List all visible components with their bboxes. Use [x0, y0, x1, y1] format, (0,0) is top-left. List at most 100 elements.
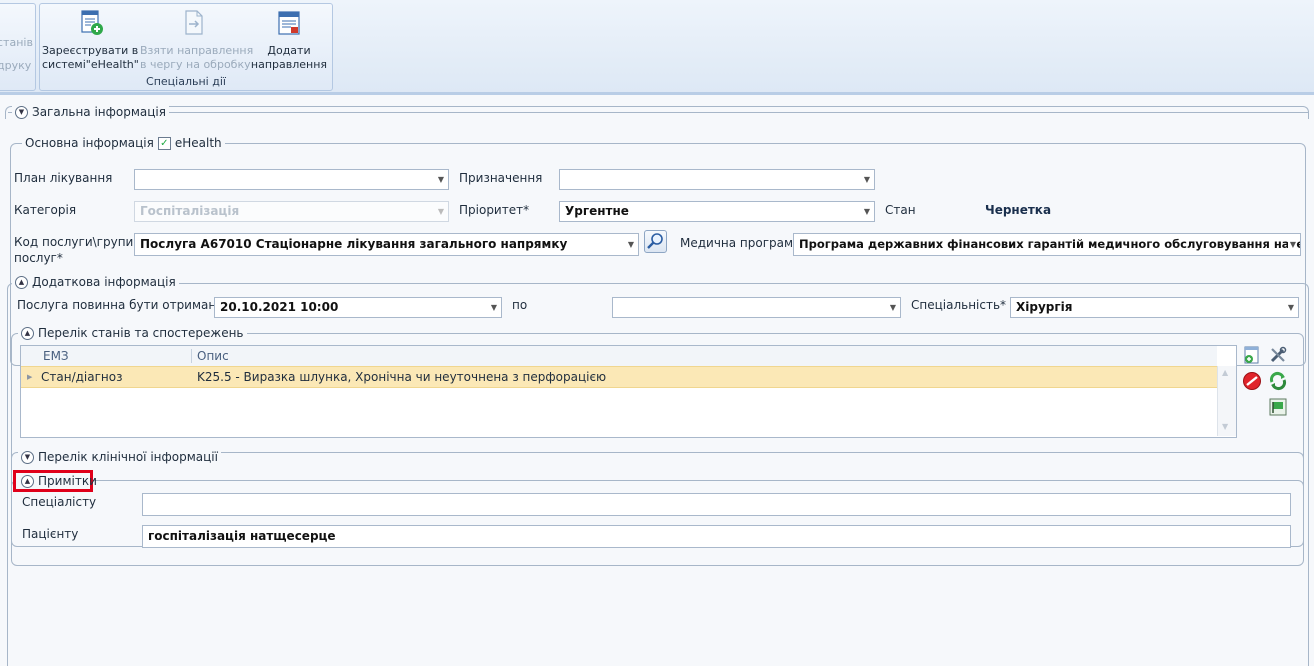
priority-value: Ургентне [565, 204, 629, 218]
ehealth-label: eHealth [174, 136, 222, 150]
column-header-emz[interactable]: ЕМЗ [43, 346, 69, 366]
specialty-value: Хірургія [1016, 300, 1073, 314]
flag-icon [1269, 398, 1287, 416]
add-referral-label: Додати направлення [250, 44, 328, 71]
general-section-frame [5, 106, 1309, 119]
category-value: Госпіталізація [140, 204, 240, 218]
column-divider [191, 349, 192, 363]
ribbon-group-prev: станів друку [0, 3, 36, 91]
add-record-button[interactable] [1242, 345, 1262, 365]
tools-icon [1270, 346, 1287, 363]
service-code-select[interactable]: Послуга А67010 Стаціонарне лікування заг… [134, 233, 639, 256]
chevron-down-icon: ▼ [490, 303, 497, 312]
chevron-down-icon: ▼ [1287, 303, 1294, 312]
take-referral-button[interactable]: Взяти направлення в чергу на обробку [140, 6, 254, 74]
chevron-down-icon: ▼ [437, 207, 444, 216]
service-code-value: Послуга А67010 Стаціонарне лікування заг… [140, 237, 568, 251]
category-label: Категорія [14, 203, 77, 217]
additional-info-header[interactable]: ▲ Додаткова інформація [12, 275, 179, 289]
state-label: Стан [885, 203, 916, 217]
chevron-down-icon: ▼ [627, 240, 634, 249]
specialist-label: Спеціалісту [22, 495, 97, 509]
delete-icon [1243, 372, 1261, 390]
chevron-down-icon: ▼ [1287, 234, 1296, 255]
category-select[interactable]: Госпіталізація ▼ [134, 201, 449, 222]
chevron-down-icon: ▼ [889, 303, 896, 312]
service-code-label: Код послуги\групи послуг* [14, 235, 134, 265]
expand-chevron-icon[interactable]: ▼ [21, 450, 34, 464]
row-cell-description: K25.5 - Виразка шлунка, Хронічна чи неут… [197, 370, 607, 384]
assignment-select[interactable]: ▼ [559, 169, 875, 190]
ribbon-group-special-actions: Зареєструвати в системі"eHealth" Взяти н… [39, 3, 333, 91]
chevron-down-icon: ▼ [863, 207, 870, 216]
to-select[interactable]: ▼ [612, 297, 901, 318]
service-from-label: Послуга повинна бути отримана з [17, 298, 234, 312]
add-document-icon [1244, 346, 1259, 364]
export-record-button[interactable] [1268, 397, 1288, 417]
priority-select[interactable]: Ургентне ▼ [559, 201, 875, 222]
collapse-chevron-icon[interactable]: ▼ [15, 105, 28, 119]
patient-value: госпіталізація натщесерце [148, 529, 336, 543]
collapse-chevron-icon[interactable]: ▲ [15, 275, 28, 289]
basic-info-header: Основна інформація ✓ eHealth [22, 136, 225, 150]
add-referral-icon [278, 11, 300, 35]
states-grid: ЕМЗ Опис ▶ Стан/діагноз K25.5 - Виразка … [20, 345, 1237, 438]
ribbon-group-caption: Спеціальні дії [146, 75, 226, 88]
medical-program-label: Медична програма [680, 236, 801, 250]
take-referral-icon [185, 10, 203, 35]
priority-label: Пріоритет* [459, 203, 530, 217]
ehealth-checkbox[interactable]: ✓ [157, 136, 171, 150]
delete-record-button[interactable] [1242, 371, 1262, 391]
patient-label: Пацієнту [22, 527, 79, 541]
states-title: Перелік станів та спостережень [38, 326, 244, 340]
table-row[interactable]: ▶ Стан/діагноз K25.5 - Виразка шлунка, Х… [21, 366, 1217, 388]
collapse-chevron-icon[interactable]: ▲ [21, 474, 34, 488]
additional-info-title: Додаткова інформація [32, 275, 176, 289]
notes-header[interactable]: ▲ Примітки [18, 474, 100, 488]
plan-label: План лікування [14, 171, 113, 185]
specialty-select[interactable]: Хірургія ▼ [1010, 297, 1299, 318]
general-section-header[interactable]: ▼ Загальна інформація [12, 105, 169, 119]
collapse-chevron-icon[interactable]: ▲ [21, 326, 34, 340]
scroll-down-icon[interactable]: ▼ [1222, 422, 1228, 431]
add-referral-button[interactable]: Додати направлення [250, 6, 328, 74]
register-ehealth-icon [81, 10, 103, 35]
row-cell-emz: Стан/діагноз [41, 370, 123, 384]
register-ehealth-button[interactable]: Зареєструвати в системі"eHealth" [42, 6, 139, 74]
service-from-value: 20.10.2021 10:00 [220, 300, 339, 314]
search-icon [647, 233, 663, 249]
grid-vertical-scrollbar[interactable]: ▲ ▼ [1217, 366, 1236, 436]
to-label: по [512, 298, 528, 312]
patient-field[interactable]: госпіталізація натщесерце [142, 525, 1291, 548]
state-value: Чернетка [985, 203, 1052, 217]
register-ehealth-label: Зареєструвати в системі"eHealth" [42, 44, 139, 71]
plan-select[interactable]: ▼ [134, 169, 449, 190]
states-header[interactable]: ▲ Перелік станів та спостережень [18, 326, 247, 340]
medical-program-select[interactable]: Програма державних фінансових гарантій м… [793, 233, 1301, 256]
specialty-label: Спеціальність* [911, 298, 1007, 312]
chevron-down-icon: ▼ [863, 175, 870, 184]
ribbon-toolbar: станів друку Зареєструвати в системі"eHe… [0, 0, 1314, 95]
row-indicator-icon: ▶ [27, 373, 33, 381]
service-from-select[interactable]: 20.10.2021 10:00 ▼ [214, 297, 502, 318]
scroll-up-icon[interactable]: ▲ [1222, 368, 1228, 377]
chevron-down-icon: ▼ [437, 175, 444, 184]
medical-program-value: Програма державних фінансових гарантій м… [799, 237, 1301, 251]
search-button[interactable] [644, 230, 667, 253]
ribbon-cut-label-top: станів [0, 36, 33, 49]
general-section-title: Загальна інформація [32, 105, 166, 119]
refresh-icon [1269, 371, 1287, 391]
take-referral-label: Взяти направлення в чергу на обробку [140, 44, 254, 71]
notes-title: Примітки [38, 474, 97, 488]
assignment-label: Призначення [459, 171, 543, 185]
specialist-field[interactable] [142, 493, 1291, 516]
basic-info-title: Основна інформація [25, 136, 154, 150]
column-header-description[interactable]: Опис [197, 346, 229, 366]
form-content: ▼ Загальна інформація Основна інформація… [0, 95, 1314, 666]
clinical-title: Перелік клінічної інформації [38, 450, 218, 464]
states-grid-header: ЕМЗ Опис [21, 346, 1217, 367]
edit-record-button[interactable] [1268, 345, 1288, 365]
ribbon-cut-label-bottom: друку [0, 59, 32, 72]
refresh-record-button[interactable] [1268, 371, 1288, 391]
clinical-header[interactable]: ▼ Перелік клінічної інформації [18, 450, 221, 464]
